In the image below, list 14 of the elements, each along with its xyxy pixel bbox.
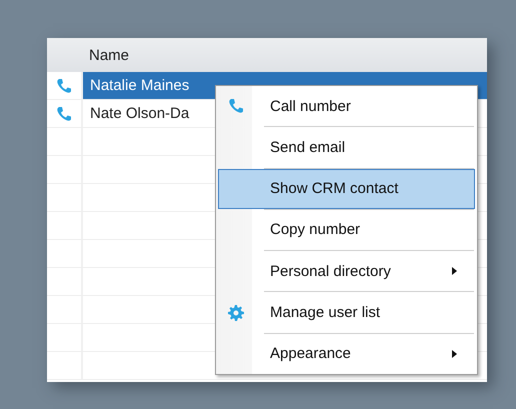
menu-item[interactable]: Personal directory [218,251,475,292]
menu-item[interactable]: Show CRM contact [218,168,475,209]
phone-icon [56,78,72,94]
phone-icon [56,106,72,122]
submenu-arrow-icon [452,350,457,358]
phone-icon [228,98,244,114]
column-header[interactable]: Name [89,46,130,64]
menu-item[interactable]: Manage user list [218,292,475,333]
menu-item[interactable]: Copy number [218,210,475,250]
menu-item[interactable]: Appearance [218,334,475,374]
menu-item[interactable]: Call number [218,86,475,126]
submenu-arrow-icon [452,267,457,276]
gear-icon [228,304,244,321]
menu-item[interactable]: Send email [218,127,475,168]
